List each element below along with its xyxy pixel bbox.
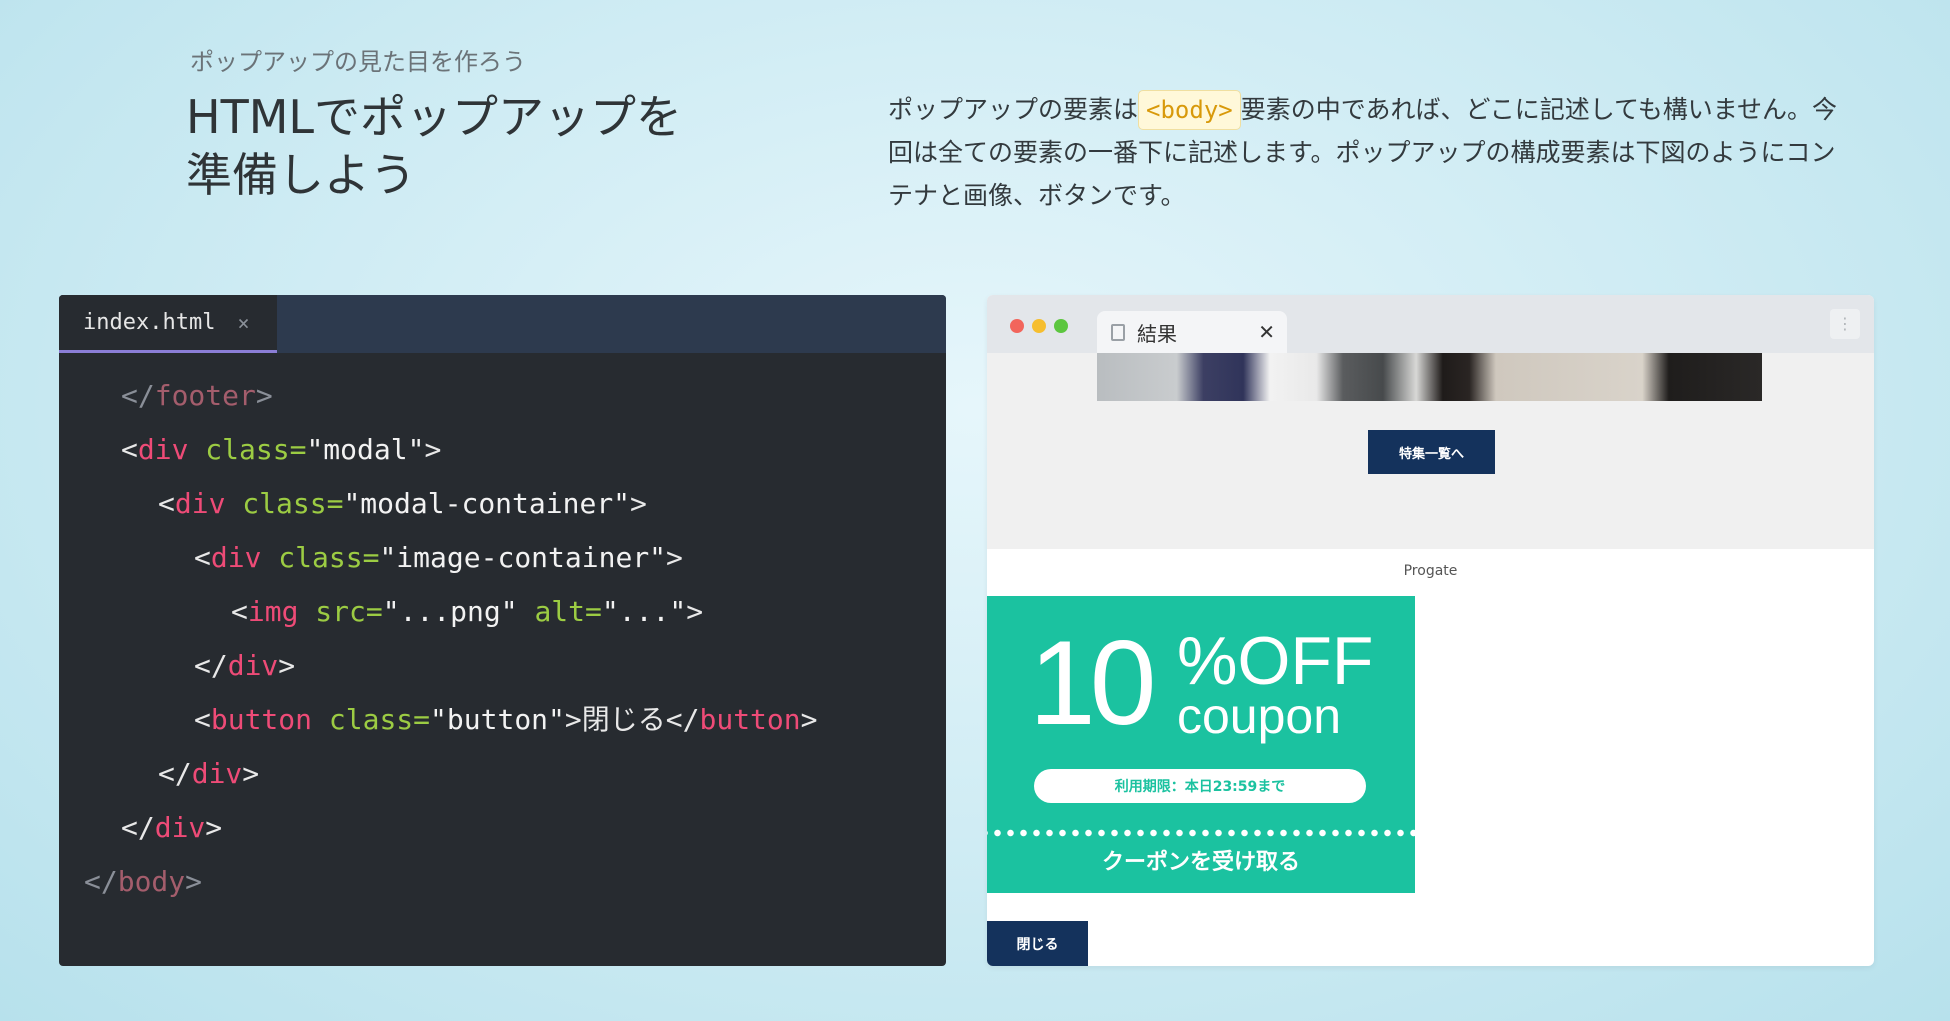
tag-name: img xyxy=(247,595,299,628)
attr-name: class= xyxy=(242,487,344,520)
code-tag: <body> xyxy=(1138,90,1241,130)
window-maximize-dot[interactable] xyxy=(1054,319,1068,333)
attr-value: "..." xyxy=(601,595,687,628)
coupon-image: 10 %OFF coupon 利用期限：本日23:59まで クーポンを受け取る xyxy=(987,596,1415,893)
modal-close-button[interactable]: 閉じる xyxy=(987,921,1088,966)
coupon-word: coupon xyxy=(1177,688,1342,744)
punct: > xyxy=(686,595,704,628)
attr-name: class= xyxy=(278,541,380,574)
punct: < xyxy=(121,433,138,466)
attr-name: class= xyxy=(328,703,431,736)
attr-name: alt= xyxy=(534,595,602,628)
punct: > xyxy=(242,757,260,790)
attr-value: "button" xyxy=(430,703,565,736)
punct: </ xyxy=(665,703,700,736)
editor-tab-label: index.html xyxy=(83,310,216,335)
text-content: 閉じる xyxy=(581,703,666,736)
punct: </ xyxy=(121,811,155,844)
punct: > xyxy=(255,379,273,412)
punct: > xyxy=(630,487,647,520)
feature-list-button[interactable]: 特集一覧へ xyxy=(1368,430,1495,474)
punct: > xyxy=(278,649,296,682)
punct: < xyxy=(194,703,211,736)
code-line: </body> xyxy=(59,855,946,909)
attr-value: "modal" xyxy=(306,433,425,466)
tag-name: button xyxy=(699,703,801,736)
code-line: <div class="modal-container"> xyxy=(59,477,946,531)
code-line: </div> xyxy=(59,747,946,801)
tag-name: button xyxy=(210,703,313,736)
punct: </ xyxy=(158,757,192,790)
description-part1: ポップアップの要素は xyxy=(888,95,1139,124)
attr-value: "image-container" xyxy=(379,541,667,574)
code-line: </div> xyxy=(59,801,946,855)
tag-name: div xyxy=(210,541,262,574)
punct: < xyxy=(231,595,248,628)
title-line-2: 準備しよう xyxy=(186,148,416,202)
tag-name: div xyxy=(154,811,206,844)
punct: < xyxy=(158,487,175,520)
tag-name: footer xyxy=(154,379,256,412)
browser-preview: 結果 ✕ ⋮ 特集一覧へ Progate 10 %OFF coupon 利用期限… xyxy=(987,295,1874,966)
code-area[interactable]: </footer> <div class="modal"> <div class… xyxy=(59,353,946,909)
punct: > xyxy=(564,703,582,736)
lesson-eyebrow: ポップアップの見た目を作ろう xyxy=(190,48,526,76)
page-title: HTMLでポップアップを 準備しよう xyxy=(186,88,746,204)
tag-name: div xyxy=(191,757,243,790)
punct: > xyxy=(800,703,818,736)
punct: </ xyxy=(194,649,228,682)
browser-tab-result[interactable]: 結果 ✕ xyxy=(1097,311,1287,353)
tag-name: div xyxy=(227,649,279,682)
punct: </ xyxy=(84,865,118,898)
editor-tab-index-html[interactable]: index.html × xyxy=(59,295,277,353)
site-footer-name: Progate xyxy=(1403,563,1458,579)
window-minimize-dot[interactable] xyxy=(1032,319,1046,333)
title-line-1: HTMLでポップアップを xyxy=(186,90,683,144)
code-line: </footer> xyxy=(59,369,946,423)
code-editor: index.html × </footer> <div class="modal… xyxy=(59,295,946,966)
punct: </ xyxy=(121,379,155,412)
coupon-perforation xyxy=(987,828,1415,838)
punct: > xyxy=(424,433,442,466)
punct: > xyxy=(205,811,223,844)
description: ポップアップの要素は <body> 要素の中であれば、どこに記述しても構いません。今… xyxy=(888,88,1838,217)
window-close-dot[interactable] xyxy=(1010,319,1024,333)
attr-value: "...png" xyxy=(382,595,518,628)
close-icon[interactable]: ✕ xyxy=(1258,320,1275,344)
browser-tab-label: 結果 xyxy=(1137,321,1177,346)
more-menu-icon[interactable]: ⋮ xyxy=(1830,309,1860,339)
close-icon[interactable]: × xyxy=(237,311,249,335)
tag-name: div xyxy=(174,487,226,520)
code-line: <div class="modal"> xyxy=(59,423,946,477)
punct: > xyxy=(666,541,683,574)
attr-value: "modal-container" xyxy=(343,487,631,520)
coupon-off-text: %OFF xyxy=(1177,623,1374,699)
tag-name: body xyxy=(117,865,186,898)
code-line: <button class="button">閉じる</button> xyxy=(59,693,946,747)
page-feature-section: 特集一覧へ xyxy=(987,353,1874,549)
browser-titlebar: 結果 ✕ ⋮ xyxy=(987,295,1874,353)
attr-name: class= xyxy=(205,433,307,466)
editor-tab-bar: index.html × xyxy=(59,295,946,353)
coupon-expiry-pill: 利用期限：本日23:59まで xyxy=(1034,769,1366,803)
coupon-receive-text: クーポンを受け取る xyxy=(1101,850,1300,875)
tag-name: div xyxy=(137,433,189,466)
document-icon xyxy=(1111,323,1125,341)
code-line: <img src="...png" alt="..."> xyxy=(59,585,946,639)
punct: < xyxy=(194,541,211,574)
code-line: <div class="image-container"> xyxy=(59,531,946,585)
coupon-percent-number: 10 xyxy=(1029,616,1157,750)
punct: > xyxy=(185,865,203,898)
clothing-photo xyxy=(1097,353,1762,401)
attr-name: src= xyxy=(315,595,383,628)
code-line: </div> xyxy=(59,639,946,693)
